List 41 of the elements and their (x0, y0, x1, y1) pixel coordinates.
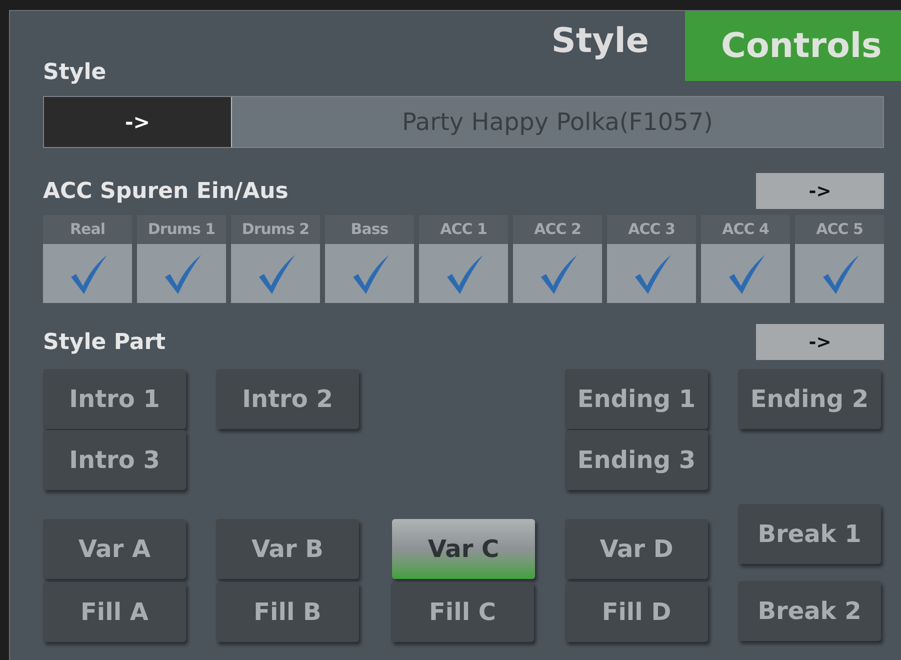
part-button[interactable]: Break 2 (738, 581, 881, 641)
part-button[interactable]: Break 1 (738, 504, 881, 564)
track-label: Drums 1 (137, 215, 226, 244)
arrow-button[interactable]: -> (756, 324, 884, 360)
section-title: ACC Spuren Ein/Aus (43, 178, 288, 206)
part-button[interactable]: Ending 2 (738, 369, 881, 429)
part-button[interactable]: Intro 3 (43, 430, 186, 490)
part-button[interactable]: Fill A (43, 582, 186, 642)
track-checkbox[interactable] (137, 244, 226, 303)
track-label: Real (43, 215, 132, 244)
part-button[interactable]: Var D (565, 519, 708, 579)
part-button[interactable]: Fill C (391, 582, 534, 642)
track-checkbox[interactable] (325, 244, 414, 303)
part-button[interactable]: Ending 3 (565, 430, 708, 490)
tab[interactable]: Style (515, 11, 685, 81)
part-button[interactable]: Var C (392, 519, 535, 579)
track-label: ACC 4 (701, 215, 790, 244)
track-checkbox[interactable] (231, 244, 320, 303)
track-checkbox[interactable] (513, 244, 602, 303)
part-button[interactable]: Ending 1 (565, 369, 708, 429)
track-label: Bass (325, 215, 414, 244)
section-title: Style Part (43, 328, 166, 356)
track-checkbox[interactable] (795, 244, 884, 303)
part-button[interactable]: Intro 2 (216, 369, 359, 429)
part-button[interactable]: Intro 1 (43, 369, 186, 429)
arrow-button[interactable]: -> (756, 173, 884, 209)
track-checkbox[interactable] (701, 244, 790, 303)
part-button[interactable]: Fill D (565, 582, 708, 642)
track-label: ACC 5 (795, 215, 884, 244)
track-label: ACC 2 (513, 215, 602, 244)
track-label: Drums 2 (231, 215, 320, 244)
part-button[interactable]: Var A (43, 519, 186, 579)
track-label: ACC 1 (419, 215, 508, 244)
tab[interactable]: Controls (685, 11, 901, 81)
part-button[interactable]: Fill B (216, 582, 359, 642)
track-checkbox[interactable] (607, 244, 696, 303)
track-label: ACC 3 (607, 215, 696, 244)
track-checkbox[interactable] (419, 244, 508, 303)
part-button[interactable]: Var B (216, 519, 359, 579)
track-checkbox[interactable] (43, 244, 132, 303)
section-title: Style (43, 59, 106, 87)
